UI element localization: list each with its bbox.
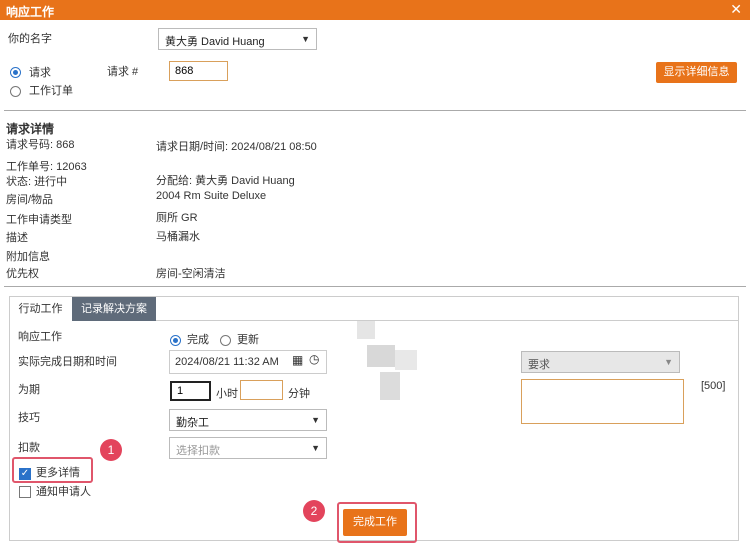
chevron-down-icon: ▼ (311, 415, 320, 425)
addinfo-label: 附加信息 (6, 251, 50, 263)
radio-request-label: 请求 (29, 67, 51, 79)
blurred-area (395, 350, 417, 370)
duration-label: 为期 (18, 384, 40, 396)
hours-unit: 小时 (216, 388, 238, 400)
hours-input[interactable] (170, 381, 211, 401)
deduct-label: 扣款 (18, 442, 40, 454)
tab-underline (156, 320, 739, 321)
dialog-title: 响应工作 (6, 5, 55, 19)
actual-dt-label: 实际完成日期和时间 (18, 356, 117, 368)
radio-update-label: 更新 (237, 334, 259, 346)
blurred-area (380, 372, 400, 400)
close-icon[interactable]: ✕ (730, 1, 742, 18)
minutes-input[interactable] (240, 380, 283, 400)
radio-complete-label: 完成 (187, 334, 209, 346)
tab-record-solution[interactable]: 记录解决方案 (72, 297, 156, 321)
status-text: 状态: 进行中 (6, 176, 68, 188)
radio-complete[interactable] (170, 335, 181, 346)
request-select-value: 要求 (528, 359, 550, 371)
skill-value: 勤杂工 (176, 417, 209, 429)
request-no-text: 请求号码: 868 (6, 139, 75, 151)
radio-workorder[interactable] (10, 86, 21, 97)
assigned-to-text: 分配给: 黄大勇 David Huang (156, 175, 295, 187)
blurred-area (367, 345, 395, 367)
request-select[interactable]: 要求 ▼ (521, 351, 680, 373)
work-no-text: 工作单号: 12063 (6, 161, 87, 173)
chevron-down-icon: ▼ (301, 34, 310, 44)
response-label: 响应工作 (18, 331, 62, 343)
radio-request[interactable] (10, 67, 21, 78)
divider (4, 286, 746, 287)
name-select-value: 黄大勇 David Huang (165, 36, 265, 48)
show-details-button[interactable]: 显示详细信息 (656, 62, 737, 83)
request-no-label: 请求 # (107, 66, 139, 78)
details-heading: 请求详情 (6, 122, 55, 136)
notify-label: 通知申请人 (36, 486, 91, 498)
tab-action-work[interactable]: 行动工作 (10, 297, 71, 321)
notify-checkbox[interactable] (19, 486, 31, 498)
deduct-placeholder: 选择扣款 (176, 445, 220, 457)
radio-update[interactable] (220, 335, 231, 346)
priority-label: 优先权 (6, 268, 39, 280)
notes-textarea[interactable] (521, 379, 684, 424)
clock-icon[interactable]: ◷ (309, 352, 319, 366)
dialog-title-bar: 响应工作 ✕ (0, 0, 750, 20)
priority-value: 房间-空闲清洁 (156, 268, 226, 280)
calendar-icon[interactable]: ▦ (292, 353, 303, 367)
chevron-down-icon: ▼ (311, 443, 320, 453)
marker-2: 2 (303, 500, 325, 522)
chevron-down-icon: ▼ (664, 357, 673, 367)
complete-work-button[interactable]: 完成工作 (343, 509, 407, 536)
request-no-input[interactable] (169, 61, 228, 81)
deduct-select[interactable]: 选择扣款 ▼ (169, 437, 327, 459)
name-label: 你的名字 (8, 33, 52, 45)
desc-label: 描述 (6, 232, 28, 244)
divider (4, 110, 746, 111)
type-value: 厕所 GR (156, 212, 198, 224)
more-details-checkbox[interactable]: ✓ (19, 468, 31, 480)
room-value: 2004 Rm Suite Deluxe (156, 190, 267, 202)
minutes-unit: 分钟 (288, 388, 310, 400)
skill-label: 技巧 (18, 412, 40, 424)
blurred-area (357, 321, 375, 339)
desc-value: 马桶漏水 (156, 231, 200, 243)
request-datetime-text: 请求日期/时间: 2024/08/21 08:50 (156, 141, 317, 153)
room-label: 房间/物品 (6, 194, 54, 206)
radio-workorder-label: 工作订单 (29, 85, 73, 97)
char-limit: [500] (701, 380, 726, 392)
name-select[interactable]: 黄大勇 David Huang ▼ (158, 28, 317, 50)
actual-dt-value: 2024/08/21 11:32 AM (175, 356, 279, 368)
skill-select[interactable]: 勤杂工 ▼ (169, 409, 327, 431)
marker-1: 1 (100, 439, 122, 461)
more-details-label: 更多详情 (36, 467, 80, 479)
type-label: 工作申请类型 (6, 214, 72, 226)
